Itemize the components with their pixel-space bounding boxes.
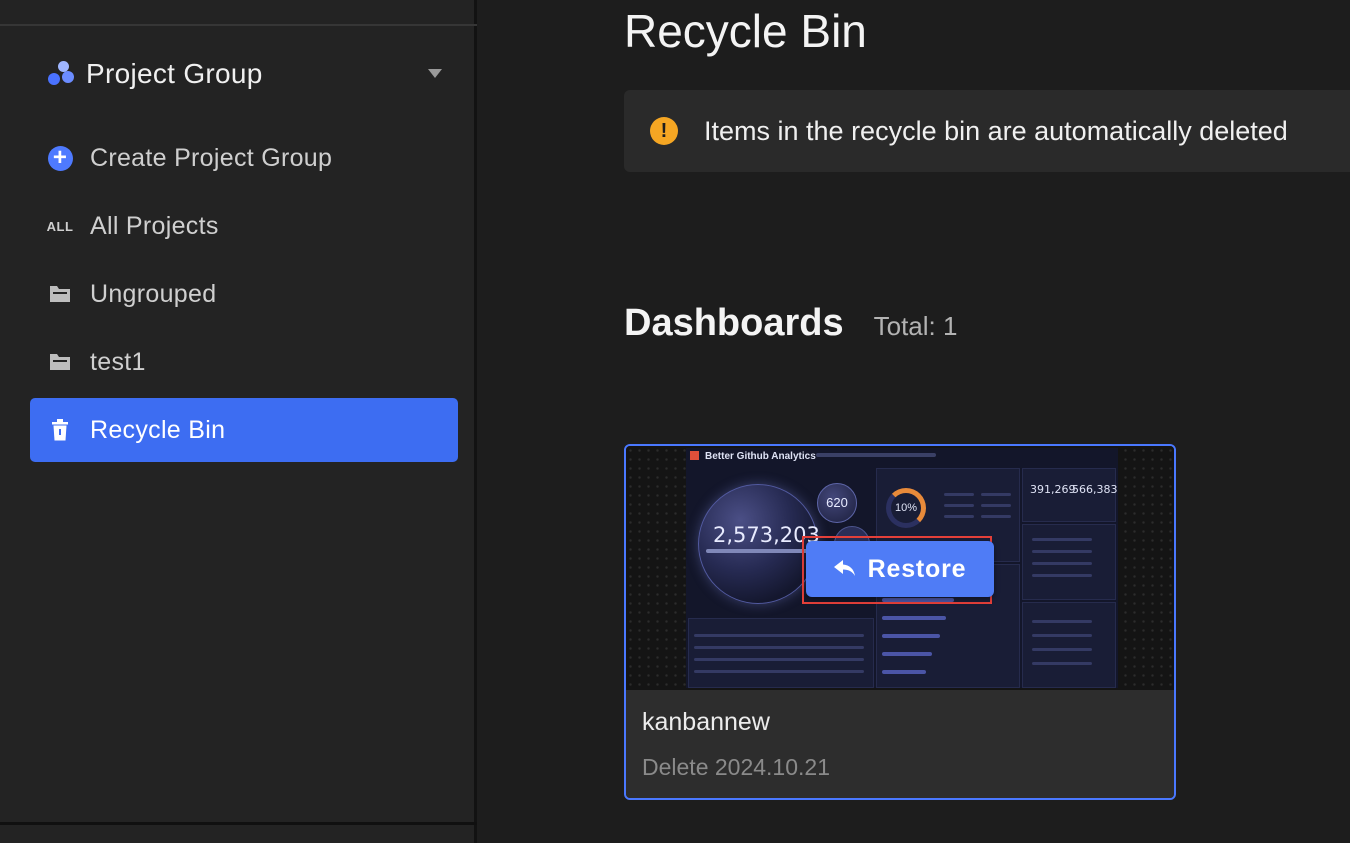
divider: [0, 24, 477, 26]
thumbnail-line: [694, 658, 864, 661]
thumbnail-line: [694, 634, 864, 637]
notice-text: Items in the recycle bin are automatical…: [704, 115, 1288, 146]
thumbnail-line: [694, 646, 864, 649]
sidebar-item-label: Create Project Group: [90, 143, 333, 172]
reply-arrow-icon: [833, 560, 856, 578]
thumbnail-bar: [882, 652, 932, 656]
thumbnail-ring-value: 10%: [886, 488, 926, 528]
restore-button[interactable]: Restore: [806, 541, 994, 597]
thumbnail-line: [1032, 562, 1092, 565]
trash-icon: [46, 416, 74, 444]
thumbnail-stat-b: 566,383: [1072, 483, 1118, 496]
sidebar: Project Group + Create Project Group ALL…: [0, 0, 477, 843]
thumbnail-small-number: 620: [817, 483, 857, 523]
card-delete-date: Delete 2024.10.21: [642, 754, 830, 780]
thumbnail-panel: [1022, 602, 1116, 688]
thumbnail-bar: [882, 616, 946, 620]
thumbnail-line: [944, 493, 974, 496]
thumbnail-line: [1032, 550, 1092, 553]
notice-banner: ! Items in the recycle bin are automatic…: [624, 90, 1350, 172]
thumbnail-bar: [882, 670, 926, 674]
thumbnail-line: [981, 515, 1011, 518]
card-name: kanbannew: [642, 708, 770, 736]
project-group-dropdown[interactable]: Project Group: [46, 52, 446, 96]
thumbnail-panel: [688, 618, 874, 688]
project-group-logo-icon: [46, 57, 76, 91]
thumbnail-bar: [882, 634, 940, 638]
section-header: Dashboards Total: 1: [624, 302, 957, 345]
sidebar-item-label: Ungrouped: [90, 279, 217, 308]
restore-button-label: Restore: [867, 554, 967, 583]
card-info: kanbannew Delete 2024.10.21: [626, 690, 1174, 798]
project-group-title: Project Group: [86, 58, 263, 89]
thumbnail-line: [1032, 648, 1092, 651]
warning-icon: !: [650, 117, 678, 145]
sidebar-item-label: test1: [90, 347, 146, 376]
section-title: Dashboards: [624, 302, 844, 344]
thumbnail-caption-bar: [706, 549, 816, 553]
thumbnail-line: [1032, 662, 1092, 665]
thumbnail-line: [694, 670, 864, 673]
thumbnail-line: [981, 493, 1011, 496]
section-total: Total: 1: [873, 311, 958, 341]
dashboard-card[interactable]: Better Github Analytics 2,573,203 620 10…: [624, 444, 1176, 800]
main-content: Recycle Bin ! Items in the recycle bin a…: [480, 0, 1350, 843]
sidebar-item-all-projects[interactable]: ALL All Projects: [30, 194, 458, 258]
thumbnail-subtitle-bar: [816, 453, 936, 457]
all-icon-text: ALL: [46, 218, 74, 234]
sidebar-item-label: All Projects: [90, 211, 219, 240]
page-title: Recycle Bin: [624, 5, 867, 57]
plus-circle-icon: +: [46, 144, 74, 172]
thumbnail-line: [944, 504, 974, 507]
thumbnail-line: [981, 504, 1011, 507]
thumbnail-title: Better Github Analytics: [690, 451, 816, 462]
sidebar-item-create-project-group[interactable]: + Create Project Group: [30, 126, 458, 190]
thumbnail-line: [1032, 620, 1092, 623]
thumbnail-stat-a: 391,269: [1030, 483, 1076, 496]
sidebar-item-ungrouped[interactable]: Ungrouped: [30, 262, 458, 326]
sidebar-item-label: Recycle Bin: [90, 415, 226, 444]
chevron-down-icon[interactable]: [428, 69, 442, 78]
folder-icon: [46, 348, 74, 376]
thumbnail-line: [1032, 574, 1092, 577]
folder-icon: [46, 280, 74, 308]
dashboard-thumbnail: Better Github Analytics 2,573,203 620 10…: [626, 446, 1174, 690]
sidebar-item-recycle-bin[interactable]: Recycle Bin: [30, 398, 458, 462]
thumbnail-line: [944, 515, 974, 518]
all-icon: ALL: [46, 212, 74, 240]
sidebar-item-test1[interactable]: test1: [30, 330, 458, 394]
thumbnail-line: [1032, 538, 1092, 541]
thumbnail-line: [1032, 634, 1092, 637]
divider: [0, 822, 477, 825]
